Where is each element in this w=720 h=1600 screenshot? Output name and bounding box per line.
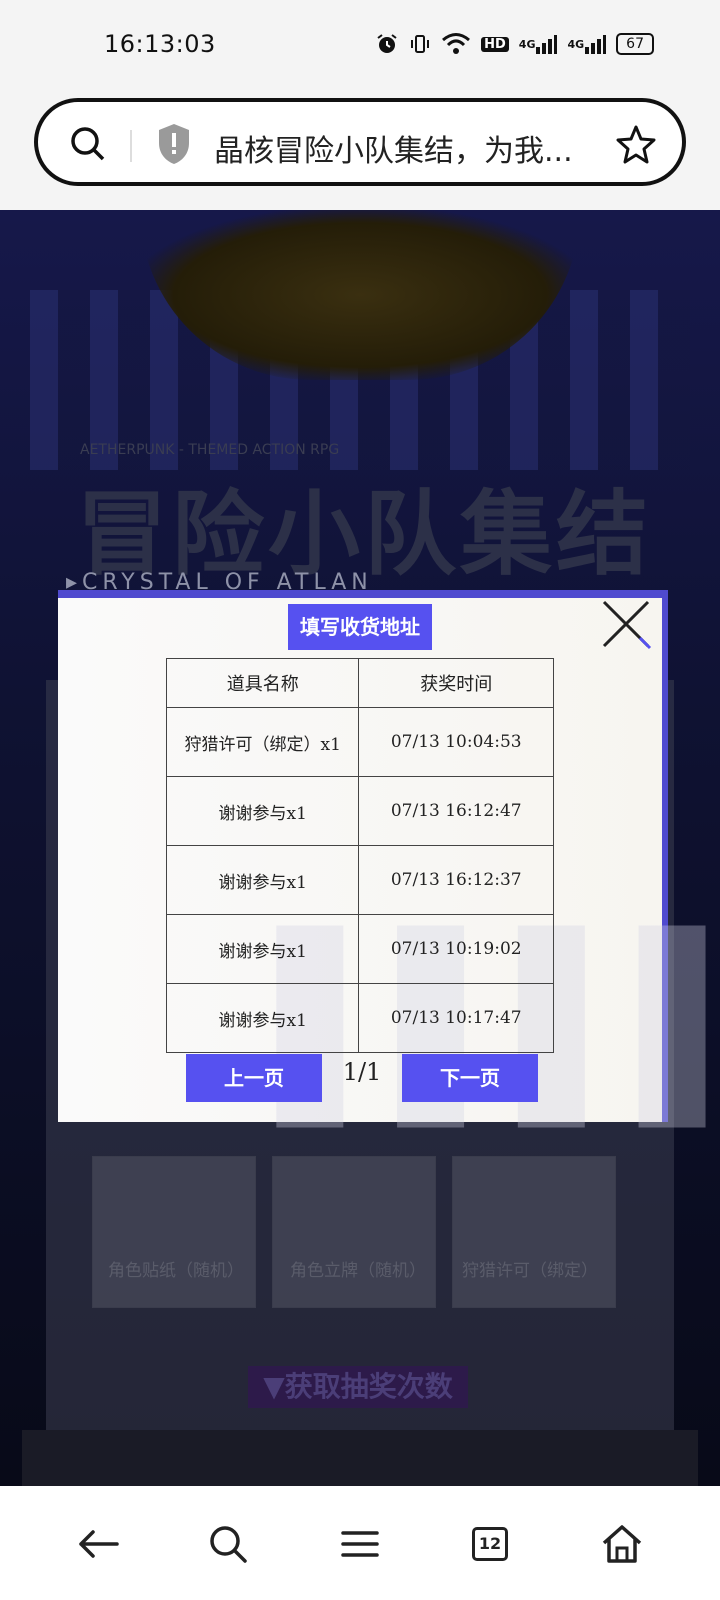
table-header-row: 道具名称 获奖时间 xyxy=(165,658,554,708)
divider xyxy=(130,130,132,162)
menu-icon[interactable] xyxy=(336,1520,384,1568)
next-page-button[interactable]: 下一页 xyxy=(402,1054,538,1102)
table-row: 谢谢参与x1 07/13 10:17:47 xyxy=(165,983,554,1053)
hd-icon: HD xyxy=(481,36,509,52)
home-icon[interactable] xyxy=(598,1520,646,1568)
table-row: 谢谢参与x1 07/13 16:12:47 xyxy=(165,776,554,846)
clock: 16:13:03 xyxy=(104,30,216,58)
alarm-icon xyxy=(375,32,399,56)
back-icon[interactable] xyxy=(74,1520,122,1568)
item-cell: 谢谢参与x1 xyxy=(165,776,360,846)
tabs-button[interactable]: 12 xyxy=(466,1520,514,1568)
column-header-time: 获奖时间 xyxy=(358,658,554,708)
fill-address-button[interactable]: 填写收货地址 xyxy=(288,604,432,650)
prize-card xyxy=(92,1156,256,1308)
bottom-panel xyxy=(22,1430,698,1486)
prize-card xyxy=(272,1156,436,1308)
network-type-1: 4G xyxy=(518,37,536,51)
vibrate-icon xyxy=(409,33,431,55)
table-row: 狩猎许可（绑定）x1 07/13 10:04:53 xyxy=(165,707,554,777)
bookmark-star-icon[interactable] xyxy=(616,124,656,168)
section-heading: ▼获取抽奖次数 xyxy=(248,1366,468,1408)
prize-card xyxy=(452,1156,616,1308)
page-indicator: 1/1 xyxy=(342,1058,382,1086)
time-cell: 07/13 10:17:47 xyxy=(358,983,554,1053)
table-row: 谢谢参与x1 07/13 16:12:37 xyxy=(165,845,554,915)
address-bar[interactable]: 晶核冒险小队集结，为我... xyxy=(34,98,686,186)
table-row: 谢谢参与x1 07/13 10:19:02 xyxy=(165,914,554,984)
prize-label: 角色立牌（随机） xyxy=(290,1261,426,1281)
page-title[interactable]: 晶核冒险小队集结，为我... xyxy=(214,126,604,170)
prize-history-table: 道具名称 获奖时间 狩猎许可（绑定）x1 07/13 10:04:53 谢谢参与… xyxy=(165,658,554,1053)
status-bar: 16:13:03 HD 4G 4G 67 xyxy=(0,0,720,92)
prize-label: 角色贴纸（随机） xyxy=(108,1261,244,1281)
signal-icon: 4G xyxy=(519,33,558,55)
search-icon[interactable] xyxy=(204,1520,252,1568)
tabs-count-icon[interactable]: 12 xyxy=(472,1527,508,1561)
game-tagline: AETHERPUNK - THEMED ACTION RPG xyxy=(80,442,340,458)
network-type-2: 4G xyxy=(567,37,585,51)
item-cell: 谢谢参与x1 xyxy=(165,845,360,915)
wifi-icon xyxy=(441,32,471,56)
status-icons: HD 4G 4G 67 xyxy=(375,32,654,56)
prize-label: 狩猎许可（绑定） xyxy=(462,1261,598,1281)
close-icon[interactable] xyxy=(600,598,652,650)
time-cell: 07/13 16:12:37 xyxy=(358,845,554,915)
browser-bottom-nav: 12 xyxy=(0,1486,720,1600)
item-cell: 狩猎许可（绑定）x1 xyxy=(165,707,360,777)
battery-icon: 67 xyxy=(616,33,654,55)
browser-toolbar: 晶核冒险小队集结，为我... xyxy=(0,92,720,210)
column-header-item: 道具名称 xyxy=(165,658,360,708)
prev-page-button[interactable]: 上一页 xyxy=(186,1054,322,1102)
time-cell: 07/13 10:04:53 xyxy=(358,707,554,777)
signal-icon-2: 4G xyxy=(567,33,607,55)
time-cell: 07/13 10:19:02 xyxy=(358,914,554,984)
item-cell: 谢谢参与x1 xyxy=(165,914,360,984)
time-cell: 07/13 16:12:47 xyxy=(358,776,554,846)
item-cell: 谢谢参与x1 xyxy=(165,983,360,1053)
search-icon[interactable] xyxy=(68,124,108,168)
shield-icon[interactable] xyxy=(156,122,192,170)
